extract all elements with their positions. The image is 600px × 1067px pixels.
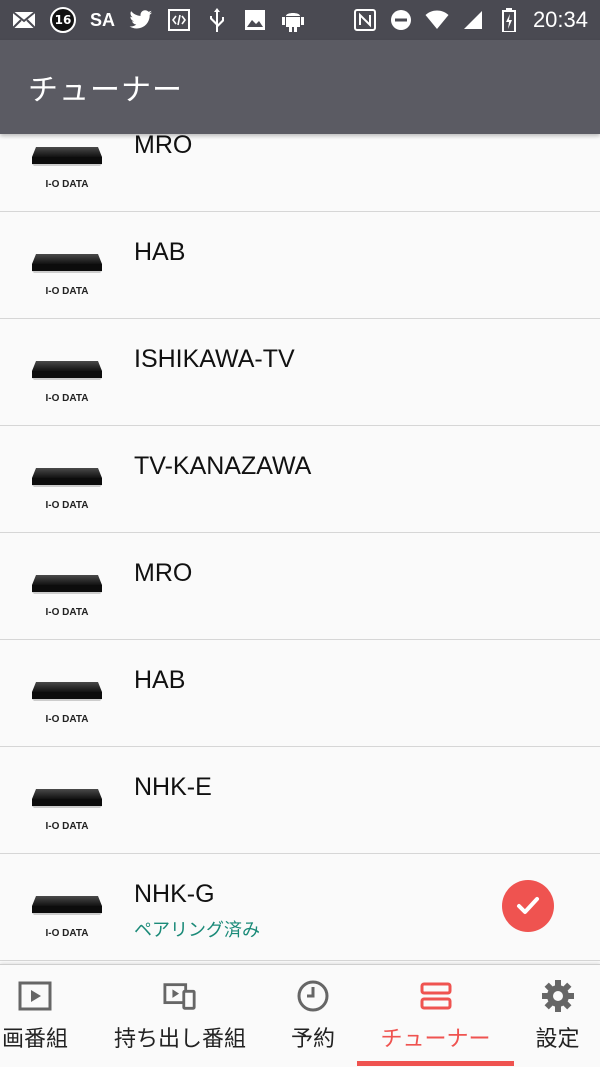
nav-tuner[interactable]: チューナー <box>357 965 514 1067</box>
nav-label: チューナー <box>380 1027 491 1052</box>
bottom-nav: 画番組 持ち出し番組 予約 チューナー 設定 <box>0 964 600 1067</box>
brand-logo: I-O DATA <box>46 393 89 404</box>
brand-logo: I-O DATA <box>46 286 89 297</box>
twitter-icon <box>129 8 153 32</box>
tuner-row[interactable]: I-O DATA NHK-E <box>0 747 600 854</box>
tuner-row[interactable]: I-O DATA MRO <box>0 134 600 212</box>
nav-takeout-programs[interactable]: 持ち出し番組 <box>104 965 256 1067</box>
status-bar: 16 SA 20:34 <box>0 0 600 40</box>
app-bar: チューナー <box>0 40 600 134</box>
code-icon <box>167 8 191 32</box>
nav-label: 予約 <box>290 1027 335 1052</box>
brand-logo: I-O DATA <box>46 500 89 511</box>
device-icon: I-O DATA <box>32 682 102 725</box>
nav-label: 設定 <box>535 1027 580 1052</box>
tuner-row[interactable]: I-O DATA ISHIKAWA-TV <box>0 319 600 426</box>
tuner-name: NHK-E <box>134 773 212 801</box>
gear-icon <box>541 979 575 1013</box>
tuner-name: NHK-G <box>134 880 215 908</box>
android-icon <box>281 8 305 32</box>
page-title: チューナー <box>28 73 183 108</box>
wifi-icon <box>425 8 449 32</box>
tuner-row[interactable]: I-O DATA TV-KANAZAWA <box>0 426 600 533</box>
clock-time: 20:34 <box>532 7 588 32</box>
tuner-name: HAB <box>134 666 186 694</box>
device-icon: I-O DATA <box>32 789 102 832</box>
tuner-name: MRO <box>134 559 193 587</box>
battery-icon <box>497 8 521 32</box>
tuner-icon <box>419 979 453 1013</box>
active-tab-indicator <box>357 1061 514 1066</box>
signal-icon <box>461 8 485 32</box>
brand-logo: I-O DATA <box>46 821 89 832</box>
clock-icon <box>296 979 330 1013</box>
image-icon <box>243 8 267 32</box>
device-icon: I-O DATA <box>32 468 102 511</box>
usb-icon <box>205 8 229 32</box>
nfc-icon <box>353 8 377 32</box>
device-icon: I-O DATA <box>32 896 102 939</box>
tuner-row[interactable]: I-O DATA HAB <box>0 640 600 747</box>
pairing-status: ペアリング済み <box>134 920 260 941</box>
nav-label: 持ち出し番組 <box>113 1027 246 1052</box>
tuner-row[interactable]: I-O DATA MRO <box>0 533 600 640</box>
tuner-name: HAB <box>134 238 186 266</box>
device-icon: I-O DATA <box>32 361 102 404</box>
nav-label: 画番組 <box>1 1027 68 1052</box>
device-icon: I-O DATA <box>32 575 102 618</box>
tuner-row[interactable]: I-O DATA HAB <box>0 212 600 319</box>
selected-check-icon <box>502 880 554 932</box>
tuner-name: TV-KANAZAWA <box>134 452 312 480</box>
brand-logo: I-O DATA <box>46 607 89 618</box>
tuner-name: MRO <box>134 134 193 159</box>
tuner-name: ISHIKAWA-TV <box>134 345 295 373</box>
dnd-icon <box>389 8 413 32</box>
nav-programs[interactable]: 画番組 <box>0 965 94 1067</box>
badge-16-icon: 16 <box>50 7 76 33</box>
takeout-icon <box>163 979 197 1013</box>
brand-logo: I-O DATA <box>46 714 89 725</box>
play-icon <box>18 979 52 1013</box>
nav-settings[interactable]: 設定 <box>515 965 600 1067</box>
brand-logo: I-O DATA <box>46 179 89 190</box>
device-icon: I-O DATA <box>32 254 102 297</box>
tuner-row[interactable]: I-O DATA NHK-G ペアリング済み <box>0 854 600 961</box>
tuner-list[interactable]: I-O DATA MRO I-O DATA HAB I-O DATA ISHIK… <box>0 134 600 964</box>
mail-x-icon <box>12 8 36 32</box>
brand-logo: I-O DATA <box>46 928 89 939</box>
sa-text: SA <box>90 9 116 30</box>
device-icon: I-O DATA <box>32 147 102 190</box>
nav-reservations[interactable]: 予約 <box>268 965 358 1067</box>
